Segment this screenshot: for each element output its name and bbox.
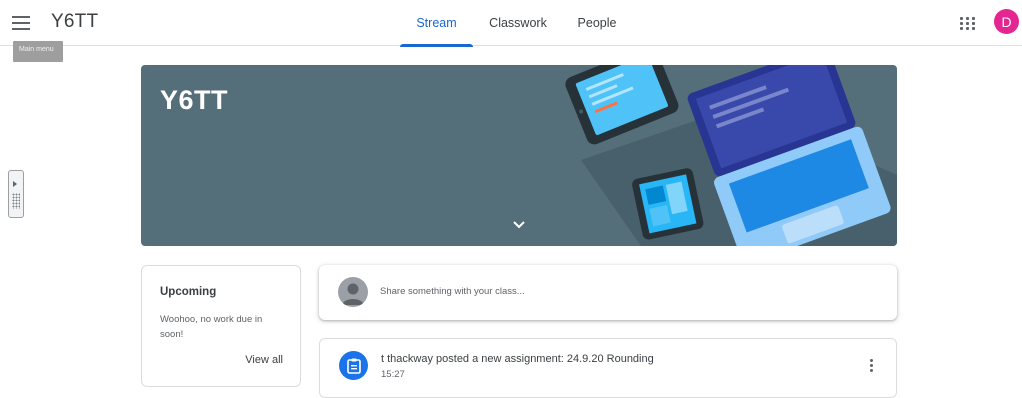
post-time: 15:27 <box>381 369 405 380</box>
chevron-down-icon[interactable] <box>512 220 526 230</box>
tab-people[interactable]: People <box>566 0 628 46</box>
assignment-icon <box>339 351 368 380</box>
post-title[interactable]: t thackway posted a new assignment: 24.9… <box>381 353 654 365</box>
banner-illustration <box>565 65 897 246</box>
tab-stream[interactable]: Stream <box>400 0 473 47</box>
more-options-icon[interactable] <box>864 355 878 375</box>
hamburger-icon <box>12 16 30 30</box>
share-with-class-box[interactable]: Share something with your class... <box>319 265 897 320</box>
stream-post[interactable]: t thackway posted a new assignment: 24.9… <box>319 338 897 398</box>
upcoming-message: Woohoo, no work due in soon! <box>160 314 263 340</box>
drag-grip-icon <box>12 193 20 209</box>
class-banner: Y6TT <box>141 65 897 246</box>
view-all-link[interactable]: View all <box>245 354 283 366</box>
account-avatar[interactable]: D <box>994 9 1019 34</box>
person-icon <box>342 283 364 305</box>
share-placeholder: Share something with your class... <box>380 286 525 297</box>
top-app-bar: Y6TT Stream Classwork People D <box>0 0 1022 47</box>
tab-classwork[interactable]: Classwork <box>473 0 563 46</box>
side-panel-handle[interactable] <box>8 170 24 218</box>
main-menu-button[interactable] <box>6 8 36 38</box>
google-apps-icon[interactable] <box>957 12 979 34</box>
class-title[interactable]: Y6TT <box>51 11 98 33</box>
tab-bar: Stream Classwork People <box>400 0 628 47</box>
banner-title: Y6TT <box>160 85 229 115</box>
user-avatar <box>338 277 368 307</box>
main-menu-tooltip: Main menu <box>13 41 63 62</box>
upcoming-card: Upcoming Woohoo, no work due in soon! Vi… <box>141 265 301 387</box>
expand-arrow-icon <box>13 181 17 187</box>
upcoming-title: Upcoming <box>160 286 217 298</box>
